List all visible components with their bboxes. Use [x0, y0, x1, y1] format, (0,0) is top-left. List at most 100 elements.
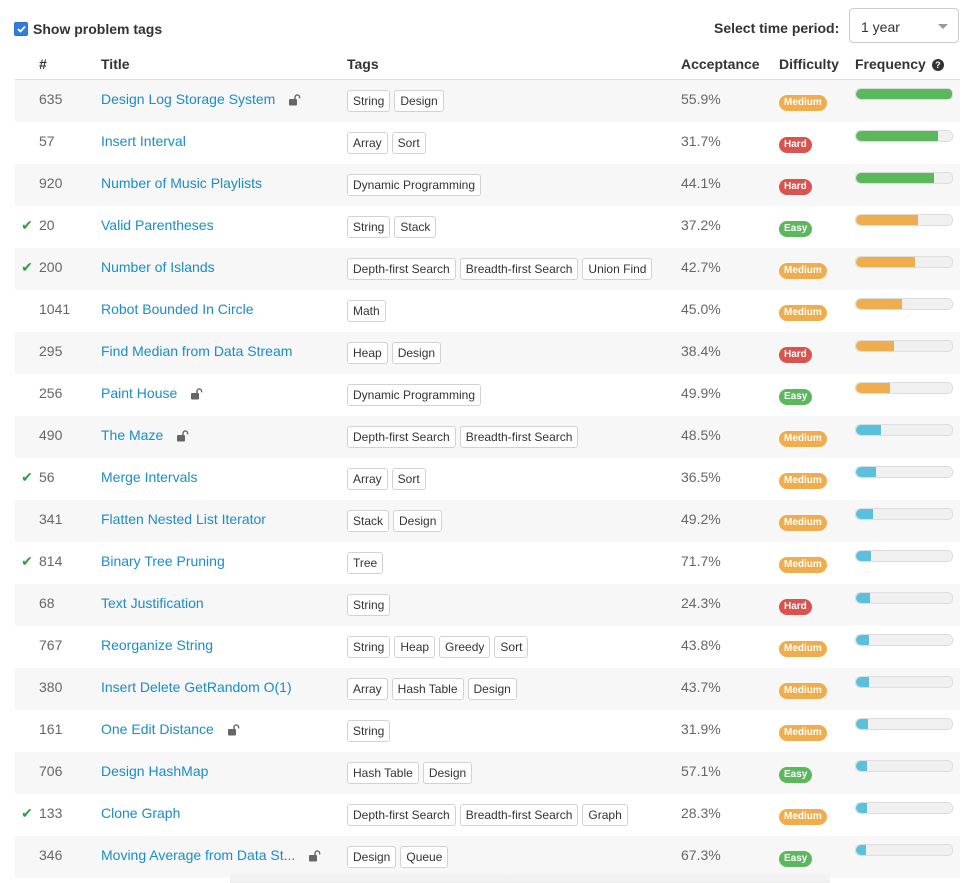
problem-tag[interactable]: String — [347, 636, 391, 658]
acceptance-cell: 57.1% — [681, 752, 779, 794]
problem-title-link[interactable]: Number of Music Playlists — [101, 175, 262, 191]
problem-title-link[interactable]: Paint House — [101, 385, 177, 401]
problem-tag[interactable]: Dynamic Programming — [347, 174, 482, 196]
problem-title-link[interactable]: Text Justification — [101, 595, 204, 611]
problem-tag[interactable]: Queue — [400, 846, 449, 868]
problem-tag[interactable]: Sort — [391, 132, 426, 154]
problem-tag[interactable]: Design — [394, 90, 444, 112]
problem-tag[interactable]: Breadth-first Search — [459, 426, 579, 448]
problem-title-link[interactable]: Moving Average from Data St... — [101, 847, 295, 863]
problem-tag[interactable]: Heap — [347, 342, 388, 364]
header-difficulty[interactable]: Difficulty — [779, 48, 855, 80]
table-row[interactable]: 380 Insert Delete GetRandom O(1) Array Hash… — [15, 668, 960, 710]
table-row[interactable]: 490 The Maze Depth-first Search Breadth-fir… — [15, 416, 960, 458]
problem-title-link[interactable]: Flatten Nested List Iterator — [101, 511, 266, 527]
tags-list: Depth-first Search Breadth-first Search — [347, 426, 681, 448]
problem-tag[interactable]: Math — [347, 300, 386, 322]
header-title[interactable]: Title — [101, 48, 347, 80]
table-row[interactable]: 767 Reorganize String String Heap Greedy Sort… — [15, 626, 960, 668]
table-row[interactable]: 706 Design HashMap Hash Table Design 57.1% Ea… — [15, 752, 960, 794]
table-row[interactable]: 295 Find Median from Data Stream Heap Desig… — [15, 332, 960, 374]
header-frequency[interactable]: Frequency? — [855, 48, 960, 80]
table-row[interactable]: 57 Insert Interval Array Sort 31.7% Hard — [15, 122, 960, 164]
problem-tag[interactable]: Depth-first Search — [347, 804, 456, 826]
problem-tag[interactable]: Design — [422, 762, 473, 784]
problem-title-link[interactable]: Binary Tree Pruning — [101, 553, 225, 569]
problem-tag[interactable]: Dynamic Programming — [347, 384, 482, 406]
frequency-bar — [855, 844, 953, 856]
problem-tag[interactable]: Design — [391, 342, 442, 364]
problem-title-link[interactable]: Robot Bounded In Circle — [101, 301, 254, 317]
tags-list: String Stack — [347, 216, 681, 238]
problem-tag[interactable]: Heap — [394, 636, 436, 658]
problem-tag[interactable]: Hash Table — [391, 678, 464, 700]
table-row[interactable]: 920 Number of Music Playlists Dynamic Prog… — [15, 164, 960, 206]
acceptance-rate: 57.1% — [681, 763, 721, 779]
problem-tag[interactable]: Array — [347, 678, 388, 700]
time-period-select[interactable]: 1 year — [849, 8, 959, 43]
problem-tag[interactable]: String — [347, 90, 391, 112]
table-row[interactable]: ✔ 56 Merge Intervals Array Sort 36.5% Medium — [15, 458, 960, 500]
frequency-bar-fill — [856, 845, 866, 855]
problem-tag[interactable]: Design — [347, 846, 397, 868]
problem-title-link[interactable]: The Maze — [101, 427, 163, 443]
frequency-cell — [855, 458, 960, 500]
title-wrap: The Maze — [101, 427, 347, 443]
problem-title-link[interactable]: Valid Parentheses — [101, 217, 214, 233]
help-icon[interactable]: ? — [931, 58, 944, 71]
problem-tag[interactable]: Tree — [347, 552, 384, 574]
table-row[interactable]: 1041 Robot Bounded In Circle Math 45.0% Medi… — [15, 290, 960, 332]
problem-tag[interactable]: Depth-first Search — [347, 258, 456, 280]
problem-tag[interactable]: Hash Table — [347, 762, 419, 784]
acceptance-rate: 45.0% — [681, 301, 721, 317]
problem-tag[interactable]: String — [347, 720, 391, 742]
table-row[interactable]: 68 Text Justification String 24.3% Hard — [15, 584, 960, 626]
table-row[interactable]: ✔ 133 Clone Graph Depth-first Search Breadth… — [15, 794, 960, 836]
problem-title-link[interactable]: Clone Graph — [101, 805, 180, 821]
table-row[interactable]: 341 Flatten Nested List Iterator Stack Desi… — [15, 500, 960, 542]
problem-title-link[interactable]: One Edit Distance — [101, 721, 214, 737]
problem-title-link[interactable]: Merge Intervals — [101, 469, 197, 485]
table-row[interactable]: ✔ 814 Binary Tree Pruning Tree 71.7% Medium — [15, 542, 960, 584]
show-tags-checkbox[interactable] — [14, 22, 28, 36]
table-row[interactable]: 256 Paint House Dynamic Programming 49.9% Ea… — [15, 374, 960, 416]
problem-tag[interactable]: Sort — [391, 468, 426, 490]
status-cell: ✔ — [15, 458, 39, 500]
frequency-bar-fill — [856, 341, 895, 351]
problem-tag[interactable]: Design — [393, 510, 443, 532]
problem-title-link[interactable]: Design HashMap — [101, 763, 208, 779]
problem-tag[interactable]: String — [347, 594, 391, 616]
problem-tag[interactable]: Graph — [582, 804, 628, 826]
problem-tag[interactable]: Sort — [494, 636, 529, 658]
problem-title-cell: Number of Music Playlists — [101, 164, 347, 206]
problem-tag[interactable]: Array — [347, 132, 388, 154]
problem-tag[interactable]: Stack — [394, 216, 437, 238]
table-row[interactable]: ✔ 200 Number of Islands Depth-first Search B… — [15, 248, 960, 290]
table-row[interactable]: ✔ 20 Valid Parentheses String Stack 37.2% Easy — [15, 206, 960, 248]
problem-number-cell: 1041 — [39, 290, 101, 332]
problem-tag[interactable]: Greedy — [439, 636, 491, 658]
table-row[interactable]: 161 One Edit Distance String 31.9% Medium — [15, 710, 960, 752]
problem-tag[interactable]: Depth-first Search — [347, 426, 456, 448]
problem-title-link[interactable]: Insert Delete GetRandom O(1) — [101, 679, 292, 695]
problem-title-link[interactable]: Design Log Storage System — [101, 91, 275, 107]
problem-tag[interactable]: Breadth-first Search — [459, 258, 579, 280]
problem-title-link[interactable]: Reorganize String — [101, 637, 213, 653]
problem-tag[interactable]: String — [347, 216, 391, 238]
difficulty-badge: Easy — [779, 766, 813, 783]
header-num[interactable]: # — [39, 48, 101, 80]
problem-tag[interactable]: Stack — [347, 510, 390, 532]
problem-title-link[interactable]: Number of Islands — [101, 259, 215, 275]
title-wrap: Design HashMap — [101, 763, 347, 779]
difficulty-cell: Medium — [779, 290, 855, 332]
table-row[interactable]: 635 Design Log Storage System String Design… — [15, 79, 960, 122]
problem-title-link[interactable]: Find Median from Data Stream — [101, 343, 292, 359]
problem-title-cell: Text Justification — [101, 584, 347, 626]
problem-tag[interactable]: Array — [347, 468, 388, 490]
show-tags-toggle[interactable]: Show problem tags — [14, 19, 162, 39]
problem-tag[interactable]: Union Find — [582, 258, 653, 280]
problem-tag[interactable]: Design — [467, 678, 517, 700]
header-acceptance[interactable]: Acceptance — [681, 48, 779, 80]
problem-title-link[interactable]: Insert Interval — [101, 133, 186, 149]
problem-tag[interactable]: Breadth-first Search — [459, 804, 579, 826]
